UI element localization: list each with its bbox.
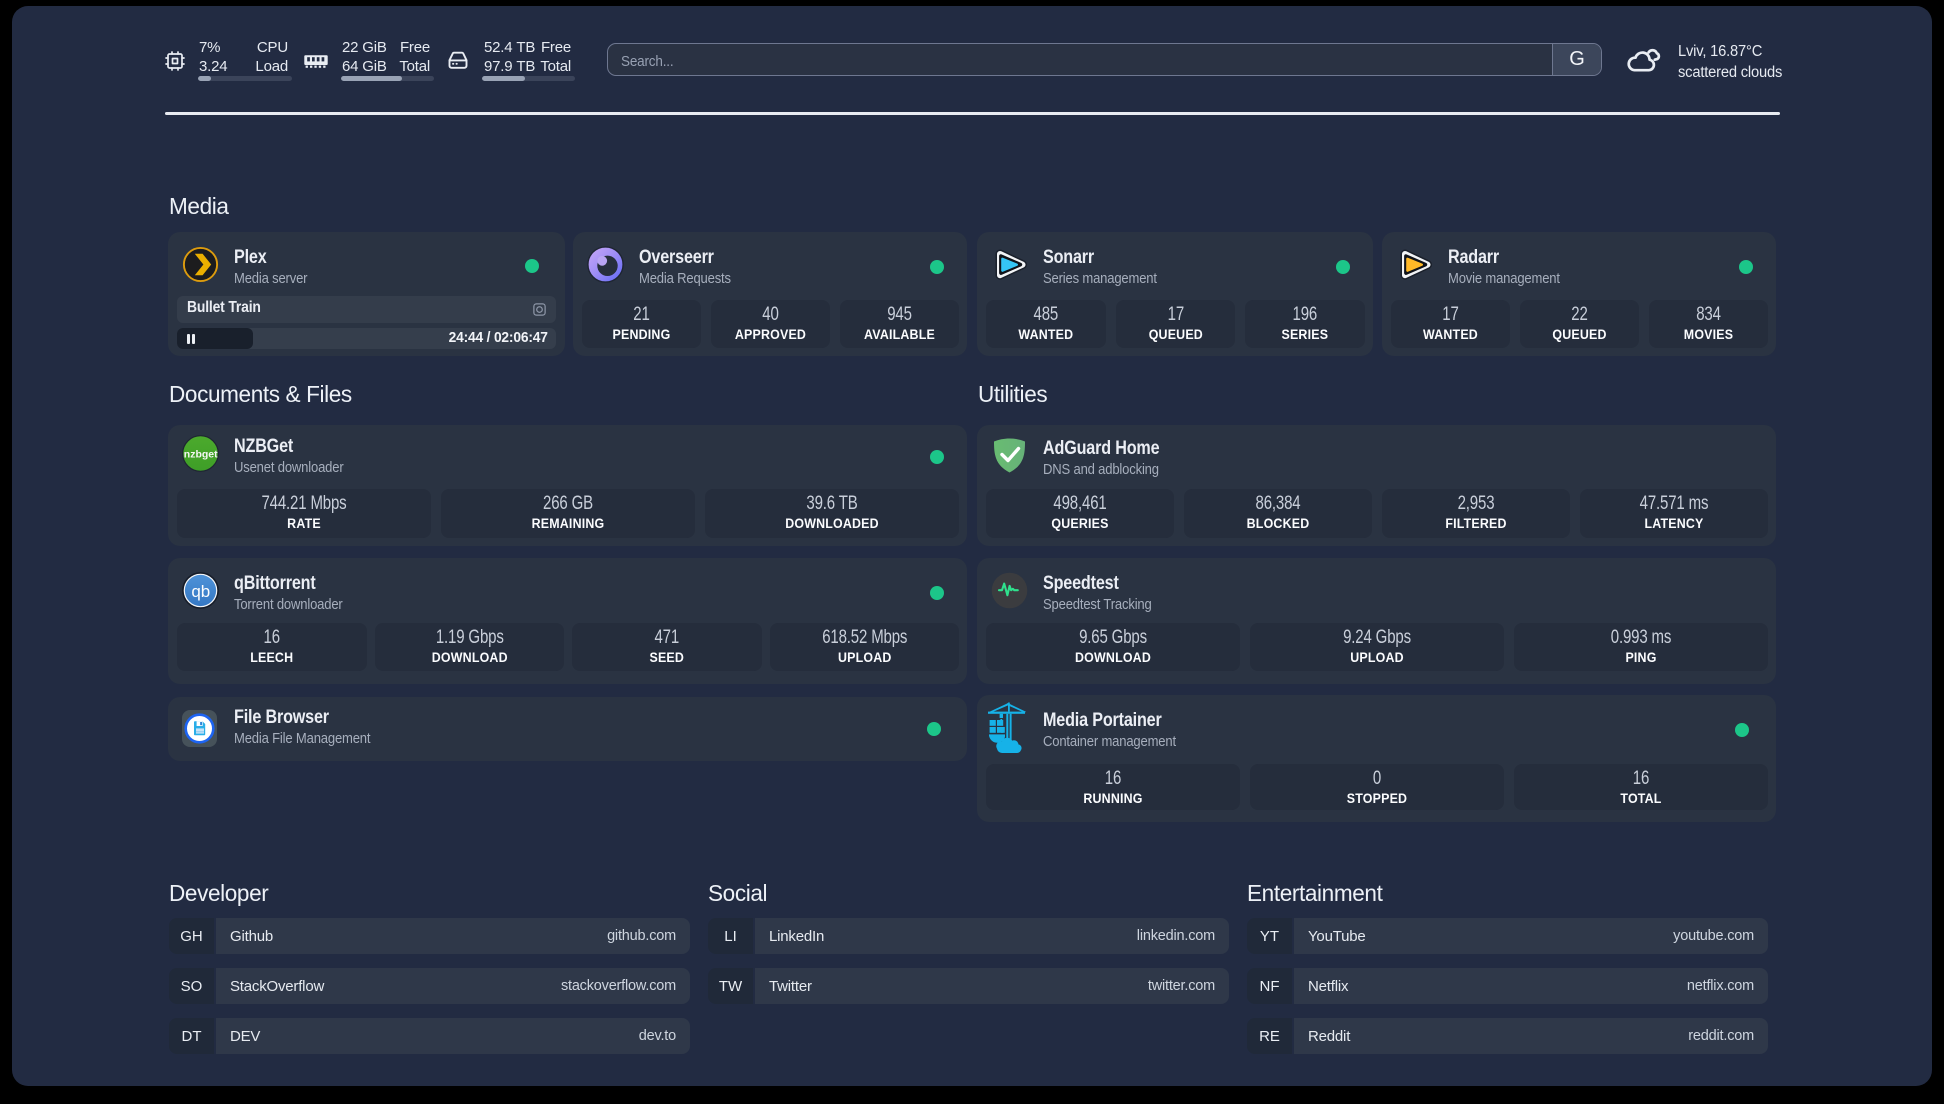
svg-text:nzbget: nzbget <box>184 449 218 461</box>
svg-text:qb: qb <box>191 582 210 601</box>
